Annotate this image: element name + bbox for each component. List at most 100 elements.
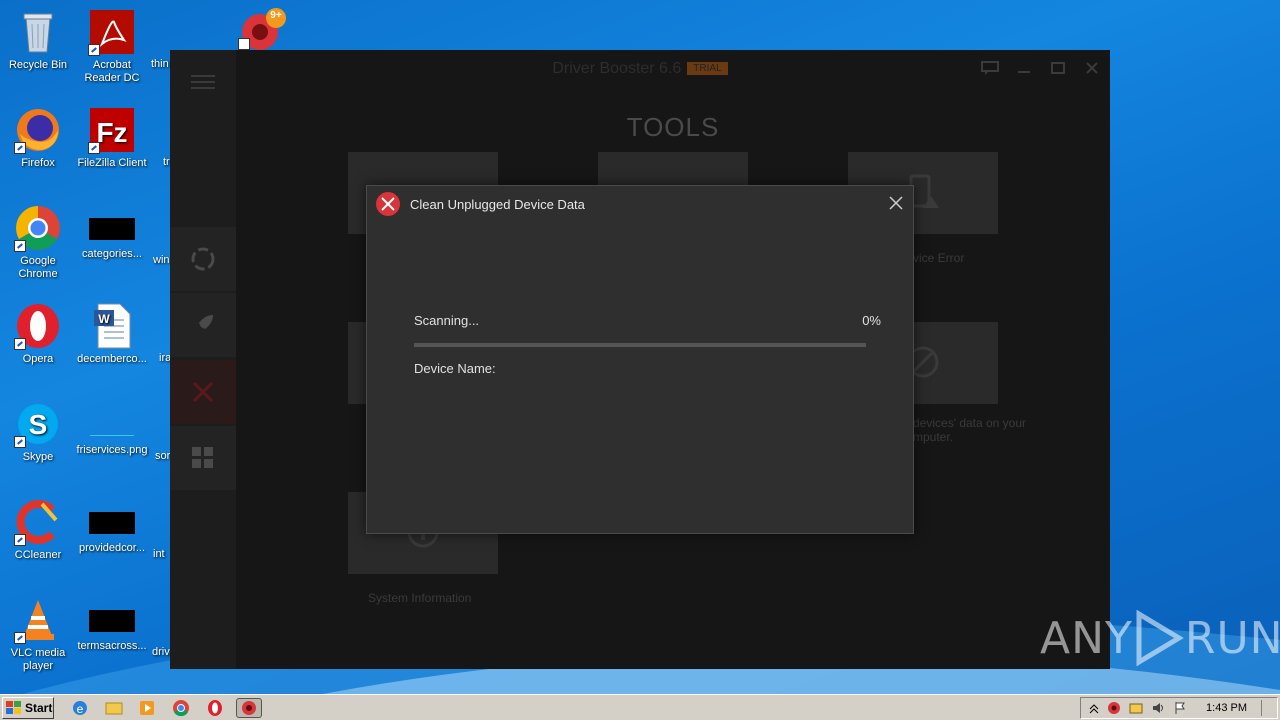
scan-percent: 0% xyxy=(862,313,881,328)
scan-circle-icon xyxy=(191,247,215,271)
trial-badge: TRIAL xyxy=(687,62,728,75)
taskbar-media-player[interactable] xyxy=(137,698,157,718)
taskbar-explorer[interactable] xyxy=(104,698,124,718)
speaker-icon xyxy=(1153,703,1163,713)
folder-icon xyxy=(105,702,123,715)
file-thumbnail-icon xyxy=(89,218,135,240)
scan-status: Scanning... xyxy=(414,313,480,328)
internet-explorer-icon: e xyxy=(73,701,87,716)
desktop-icon-label: friservices.png xyxy=(76,444,148,456)
desktop-icon-label: CCleaner xyxy=(14,549,62,561)
tool-label: mputer. xyxy=(913,430,954,444)
image-file-icon xyxy=(90,414,134,436)
svg-text:e: e xyxy=(77,702,84,716)
watermark-text-left: ANY xyxy=(1040,612,1133,664)
minimize-icon xyxy=(1018,71,1030,73)
media-player-icon xyxy=(140,701,154,715)
page-title: TOOLS xyxy=(626,112,720,142)
skype-icon: S xyxy=(14,400,62,448)
desktop-icon-label: tr xyxy=(163,156,170,168)
desktop-icon-label: termsacross... xyxy=(77,640,147,652)
maximize-button[interactable] xyxy=(1048,60,1068,76)
start-button[interactable]: Start xyxy=(2,697,54,719)
opera-icon xyxy=(14,302,62,350)
flag-icon xyxy=(1175,702,1185,714)
show-desktop-button[interactable] xyxy=(1261,700,1275,716)
acrobat-icon xyxy=(88,8,136,56)
notification-badge: 9+ xyxy=(270,10,282,21)
desktop-icon-chrome[interactable]: Google Chrome xyxy=(0,204,76,281)
taskbar-chrome[interactable] xyxy=(171,698,191,718)
dialog-close-button[interactable] xyxy=(887,194,905,212)
rocket-icon xyxy=(195,315,213,333)
chat-bubble-icon xyxy=(981,61,999,75)
desktop-icon-label: Acrobat Reader DC xyxy=(84,59,140,84)
desktop-icon-label: categories... xyxy=(82,248,142,260)
feedback-button[interactable] xyxy=(980,60,1000,76)
taskbar-ie[interactable]: e xyxy=(70,698,90,718)
taskbar: Start e 1:43 PM xyxy=(0,694,1280,720)
desktop-icon-driver-booster[interactable]: 9+ xyxy=(238,8,286,50)
desktop-icon-label: Recycle Bin xyxy=(8,59,68,71)
desktop-icon-vlc[interactable]: VLC media player xyxy=(0,596,76,673)
close-icon xyxy=(1086,62,1098,74)
desktop-icon-label: Opera xyxy=(22,353,54,365)
windows-logo-icon xyxy=(6,701,21,714)
anyrun-watermark: ANY RUN xyxy=(1040,610,1280,666)
svg-text:Fz: Fz xyxy=(96,117,127,148)
driver-booster-tray-icon xyxy=(1108,702,1120,714)
sidebar-item-scan[interactable] xyxy=(170,227,236,291)
tool-label: System Information xyxy=(368,591,472,605)
desktop-icon-label: sor xyxy=(155,450,171,462)
sidebar-item-tools[interactable] xyxy=(170,360,236,424)
desktop-icon-label: Firefox xyxy=(21,157,55,169)
svg-text:S: S xyxy=(29,409,48,440)
recycle-bin-icon xyxy=(14,8,62,56)
grid-icon xyxy=(192,447,213,468)
minimize-button[interactable] xyxy=(1014,60,1034,76)
desktop-icon-filezilla[interactable]: Fz FileZilla Client xyxy=(74,106,150,170)
progress-bar xyxy=(414,343,866,347)
desktop-icon-label: int xyxy=(153,548,165,560)
desktop-icon-firefox[interactable]: Firefox xyxy=(0,106,76,170)
tray-driver-booster[interactable] xyxy=(1107,701,1121,715)
tools-icon xyxy=(192,381,214,403)
show-hidden-icons-button[interactable] xyxy=(1087,701,1101,715)
sidebar-item-action-center[interactable] xyxy=(170,426,236,490)
taskbar-driver-booster[interactable] xyxy=(236,698,262,718)
sidebar-item-boost[interactable] xyxy=(170,293,236,357)
ccleaner-icon xyxy=(14,498,62,546)
tray-action-center[interactable] xyxy=(1129,701,1143,715)
device-name-label: Device Name: xyxy=(414,361,496,376)
desktop-icon-label: decemberco... xyxy=(77,353,147,365)
desktop-icon-label: VLC media player xyxy=(10,647,66,672)
sidebar xyxy=(170,50,236,669)
driver-booster-icon xyxy=(242,701,256,715)
desktop-icon-label: Skype xyxy=(22,451,54,463)
desktop-icon-acrobat[interactable]: Acrobat Reader DC xyxy=(74,8,150,85)
tray-volume[interactable] xyxy=(1151,701,1165,715)
desktop-icon-label: providedcor... xyxy=(78,542,146,554)
taskbar-opera[interactable] xyxy=(205,698,225,718)
play-triangle-icon xyxy=(1136,610,1184,666)
tray-flag[interactable] xyxy=(1173,701,1187,715)
action-center-icon xyxy=(1129,703,1143,714)
desktop-icon-termsacross[interactable]: termsacross... xyxy=(74,596,150,653)
desktop-icon-opera[interactable]: Opera xyxy=(0,302,76,366)
firefox-icon xyxy=(14,106,62,154)
maximize-icon xyxy=(1051,62,1065,74)
window-title: Driver Booster 6.6 TRIAL xyxy=(170,60,1110,78)
app-name: Driver Booster 6.6 xyxy=(552,60,682,77)
desktop-icon-recycle-bin[interactable]: Recycle Bin xyxy=(0,8,76,72)
clock[interactable]: 1:43 PM xyxy=(1206,702,1247,714)
watermark-text-right: RUN xyxy=(1184,612,1280,664)
desktop-icon-ccleaner[interactable]: CCleaner xyxy=(0,498,76,562)
word-document-icon: W xyxy=(88,302,136,350)
desktop-icon-decemberco[interactable]: W decemberco... xyxy=(74,302,150,366)
desktop-icon-friservices[interactable]: friservices.png xyxy=(74,400,150,457)
desktop-icon-providedcor[interactable]: providedcor... xyxy=(74,498,150,555)
tool-label: devices' data on your xyxy=(913,416,1027,430)
close-button[interactable] xyxy=(1082,60,1102,76)
desktop-icon-categories[interactable]: categories... xyxy=(74,204,150,261)
desktop-icon-skype[interactable]: S Skype xyxy=(0,400,76,464)
